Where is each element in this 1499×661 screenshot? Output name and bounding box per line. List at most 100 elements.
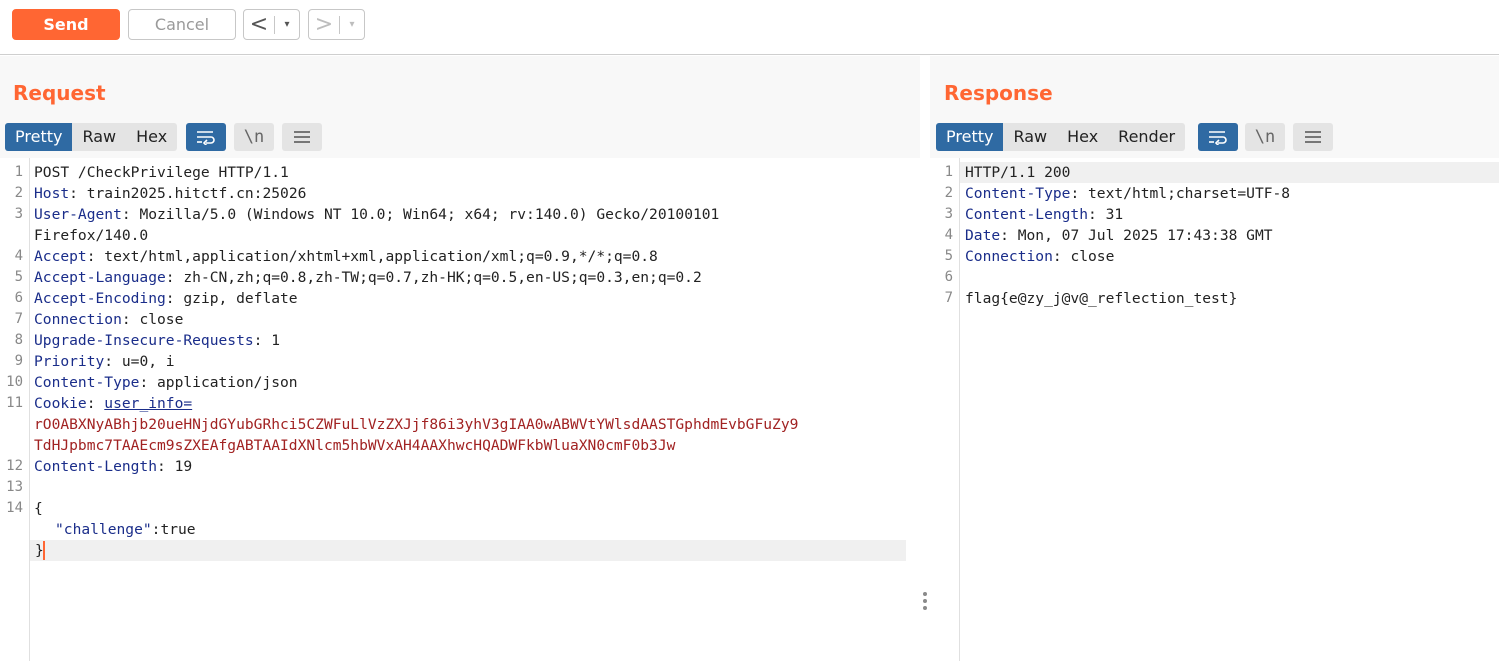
header-key: Content-Length [965,206,1089,223]
code-line: 8 Upgrade-Insecure-Requests: 1 [0,330,920,351]
header-line: User-Agent: Mozilla/5.0 (Windows NT 10.0… [34,206,720,223]
request-header: Request Pretty Raw Hex \n [0,56,920,158]
line-number: 1 [14,164,23,180]
menu-icon[interactable] [1293,123,1333,151]
pane-splitter[interactable] [920,56,930,661]
header-line: Connection: close [965,248,1115,265]
header-value: Mon, 07 Jul 2025 17:43:38 GMT [1017,227,1273,244]
header-key: Connection [965,248,1053,265]
tab-hex[interactable]: Hex [126,123,177,151]
header-line: Content-Type: text/html;charset=UTF-8 [965,185,1291,202]
header-line: Accept-Encoding: gzip, deflate [34,290,298,307]
header-line: Host: train2025.hitctf.cn:25026 [34,185,307,202]
line-number: 2 [944,185,953,201]
header-value: zh-CN,zh;q=0.8,zh-TW;q=0.7,zh-HK;q=0.5,e… [183,269,702,286]
tab-render[interactable]: Render [1108,123,1185,151]
line-number: 5 [14,269,23,285]
code-line: 7 Connection: close [0,309,920,330]
request-view-tabs: Pretty Raw Hex [5,123,178,151]
resize-handle-icon[interactable] [923,592,927,613]
line-number: 7 [14,311,23,327]
wrap-lines-icon[interactable] [1198,123,1238,151]
header-value: 31 [1105,206,1124,223]
header-key: User-Agent [34,206,122,223]
tab-pretty[interactable]: Pretty [936,123,1004,151]
cancel-button[interactable]: Cancel [128,9,236,40]
response-body: flag{e@zy_j@v@_reflection_test} [965,290,1238,307]
request-editor[interactable]: 1 POST /CheckPrivilege HTTP/1.1 2 Host: … [0,158,920,661]
header-key: Accept-Encoding [34,290,166,307]
header-value: train2025.hitctf.cn:25026 [86,185,307,202]
header-line: Date: Mon, 07 Jul 2025 17:43:38 GMT [965,227,1273,244]
header-line: Content-Type: application/json [34,374,298,391]
header-value: Mozilla/5.0 (Windows NT 10.0; Win64; x64… [139,206,720,223]
line-number: 8 [14,332,23,348]
line-number: 14 [6,500,23,516]
header-key: Content-Length [34,458,158,475]
history-forward-button[interactable]: > ▾ [308,9,365,40]
code-line: 3 Content-Length: 31 [930,204,1499,225]
line-number: 7 [944,290,953,306]
code-line: 10 Content-Type: application/json [0,372,920,393]
line-number: 13 [6,479,23,495]
line-number: 9 [14,353,23,369]
header-value: 1 [271,332,281,349]
dropdown-caret-icon[interactable]: ▾ [275,19,299,30]
menu-icon[interactable] [282,123,322,151]
tab-pretty[interactable]: Pretty [5,123,73,151]
code-line: 3 User-Agent: Mozilla/5.0 (Windows NT 10… [0,204,920,225]
header-key: Accept [34,248,87,265]
header-key: Connection [34,311,122,328]
header-line: Content-Length: 31 [965,206,1124,223]
line-number: 11 [6,395,23,411]
code-line: 9 Priority: u=0, i [0,351,920,372]
code-line: } [0,540,920,561]
header-value: close [1070,248,1115,265]
response-editor[interactable]: 1 HTTP/1.1 200 2 Content-Type: text/html… [930,158,1499,661]
tab-hex[interactable]: Hex [1057,123,1108,151]
code-line: 4 Accept: text/html,application/xhtml+xm… [0,246,920,267]
request-line: POST /CheckPrivilege HTTP/1.1 [34,164,289,181]
line-number: 4 [944,227,953,243]
tab-raw[interactable]: Raw [72,123,126,151]
code-line: Firefox/140.0 [0,225,920,246]
code-line: 6 [930,267,1499,288]
line-number: 5 [944,248,953,264]
header-line: Connection: close [34,311,184,328]
code-line: 2 Content-Type: text/html;charset=UTF-8 [930,183,1499,204]
wrap-lines-icon[interactable] [186,123,226,151]
chevron-right-icon: > [314,11,334,37]
header-key: Date [965,227,1001,244]
header-value: text/html;charset=UTF-8 [1088,185,1291,202]
header-value: close [139,311,184,328]
cookie-line: Cookie: user_info= [34,395,193,412]
header-value-wrapped: Firefox/140.0 [34,227,149,244]
code-line: TdHJpbmc7TAAEcm9sZXEAfgABTAAIdXNlcm5hbWV… [0,435,920,456]
newline-toggle-icon[interactable]: \n [1245,123,1285,151]
header-key: Priority [34,353,105,370]
send-button[interactable]: Send [12,9,120,40]
code-line: 2 Host: train2025.hitctf.cn:25026 [0,183,920,204]
newline-toggle-icon[interactable]: \n [234,123,274,151]
history-back-button[interactable]: < ▾ [243,9,300,40]
code-line: 12 Content-Length: 19 [0,456,920,477]
line-number: 4 [14,248,23,264]
cookie-value: TdHJpbmc7TAAEcm9sZXEAfgABTAAIdXNlcm5hbWV… [34,437,676,454]
line-number: 6 [14,290,23,306]
tab-raw[interactable]: Raw [1003,123,1057,151]
line-number: 2 [14,185,23,201]
code-line: 7 flag{e@zy_j@v@_reflection_test} [930,288,1499,309]
header-key: Content-Type [965,185,1071,202]
header-line: Accept: text/html,application/xhtml+xml,… [34,248,658,265]
dropdown-caret-icon[interactable]: ▾ [340,19,364,30]
code-line: "challenge":true [0,519,920,540]
header-key: Accept-Language [34,269,166,286]
code-line: 6 Accept-Encoding: gzip, deflate [0,288,920,309]
body-line: { [34,500,43,517]
header-value: text/html,application/xhtml+xml,applicat… [104,248,658,265]
header-key: Content-Type [34,374,140,391]
chevron-left-icon: < [249,11,269,37]
text-cursor [43,541,45,560]
json-line: "challenge":true [55,519,196,540]
response-title: Response [944,81,1053,105]
